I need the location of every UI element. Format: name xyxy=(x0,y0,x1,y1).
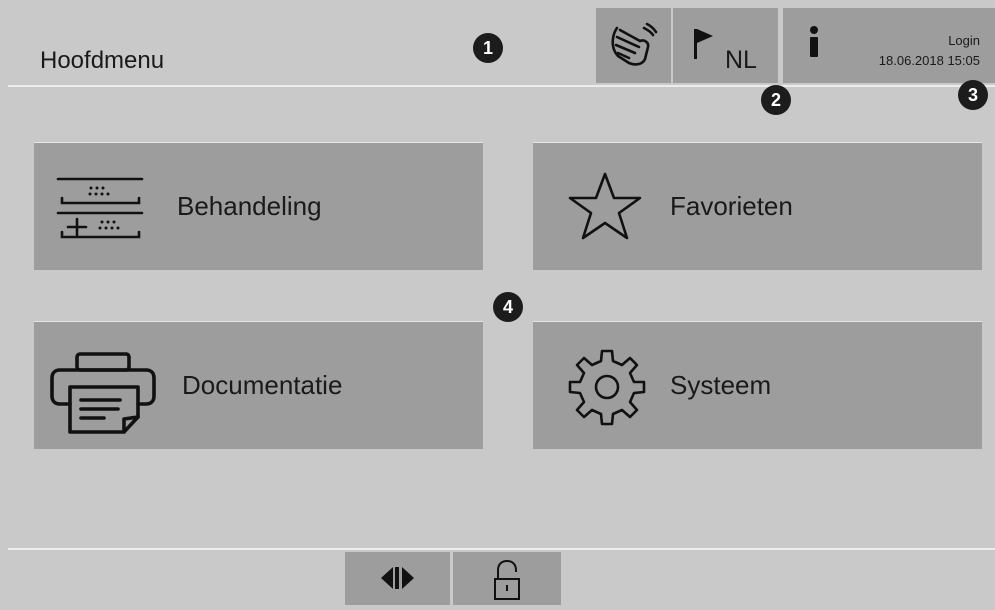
gear-icon xyxy=(568,349,646,426)
callout-badge-1: 1 xyxy=(473,33,503,63)
language-label: NL xyxy=(725,46,757,74)
program-selection-icon xyxy=(56,177,144,239)
padlock-icon xyxy=(494,559,520,600)
tile-label: Systeem xyxy=(670,370,772,400)
login-info-button[interactable]: Login 18.06.2018 15:05 xyxy=(783,8,995,83)
tile-label: Behandeling xyxy=(177,191,322,221)
tile-label: Favorieten xyxy=(670,191,793,221)
info-icon xyxy=(810,26,818,57)
footer-bar xyxy=(8,548,995,605)
hand-touch-icon xyxy=(611,22,658,66)
tile-behandeling[interactable]: Behandeling xyxy=(34,142,483,270)
screen: Hoofdmenu NL Login 18.06.2018 15:05 1 2 … xyxy=(8,8,995,605)
callout-badge-2: 2 xyxy=(761,85,791,115)
star-icon xyxy=(568,172,642,240)
door-toggle-button[interactable] xyxy=(345,552,450,605)
tile-favorieten[interactable]: Favorieten xyxy=(533,142,982,270)
callout-badge-3: 3 xyxy=(958,80,988,110)
door-toggle-icon xyxy=(381,567,414,589)
tile-documentatie[interactable]: Documentatie xyxy=(34,321,483,449)
lock-button[interactable] xyxy=(453,552,561,605)
page-title: Hoofdmenu xyxy=(40,47,165,74)
flag-icon xyxy=(694,29,713,59)
login-label: Login xyxy=(948,33,980,48)
tile-label: Documentatie xyxy=(182,370,343,400)
language-button[interactable]: NL xyxy=(673,8,778,83)
hand-wash-button[interactable] xyxy=(596,8,671,83)
printer-icon xyxy=(50,352,156,434)
callout-badge-4: 4 xyxy=(493,292,523,322)
date-time: 18.06.2018 15:05 xyxy=(878,53,980,68)
tile-systeem[interactable]: Systeem xyxy=(533,321,982,449)
